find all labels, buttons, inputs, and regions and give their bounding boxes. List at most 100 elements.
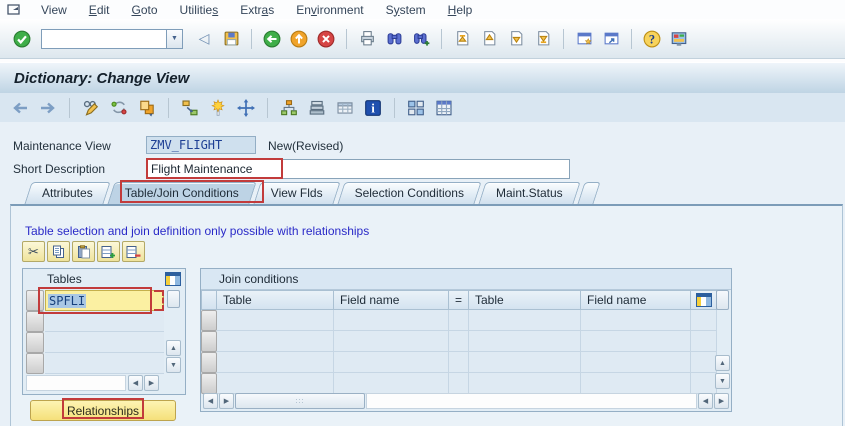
refresh-button[interactable] bbox=[107, 97, 131, 119]
menu-system[interactable]: System bbox=[375, 2, 437, 18]
menu-view[interactable]: View bbox=[30, 2, 78, 18]
tab-attributes[interactable]: Attributes bbox=[28, 182, 107, 204]
row-selector[interactable] bbox=[201, 331, 217, 352]
scroll-right-button[interactable]: ▶ bbox=[219, 393, 234, 409]
scrollbar-thumb[interactable]: ::: bbox=[235, 393, 365, 409]
new-session-button[interactable] bbox=[572, 27, 596, 51]
scroll-right-button[interactable]: ▶ bbox=[714, 393, 729, 409]
row-selector[interactable] bbox=[26, 290, 44, 311]
menu-help[interactable]: Help bbox=[437, 2, 484, 18]
last-page-button[interactable] bbox=[531, 27, 555, 51]
row-selector[interactable] bbox=[26, 311, 44, 332]
row-selector[interactable] bbox=[201, 352, 217, 373]
join-cell[interactable] bbox=[449, 331, 469, 352]
scroll-down-button[interactable]: ▼ bbox=[715, 373, 730, 389]
tab-view-flds[interactable]: View Flds bbox=[257, 182, 337, 204]
scrollbar-thumb[interactable] bbox=[167, 290, 180, 308]
join-cell[interactable] bbox=[217, 310, 334, 331]
command-input[interactable] bbox=[41, 29, 166, 49]
join-cell[interactable] bbox=[469, 331, 581, 352]
menu-goto[interactable]: Goto bbox=[121, 2, 169, 18]
join-cell[interactable] bbox=[449, 352, 469, 373]
scrollbar-track[interactable] bbox=[26, 375, 126, 391]
join-cell[interactable] bbox=[334, 331, 449, 352]
runtime-object-button[interactable] bbox=[305, 97, 329, 119]
join-cell[interactable] bbox=[581, 331, 691, 352]
print-button[interactable] bbox=[355, 27, 379, 51]
table-settings-icon[interactable] bbox=[696, 293, 712, 307]
join-cell[interactable] bbox=[449, 373, 469, 394]
join-cell[interactable] bbox=[217, 373, 334, 394]
scrollbar-thumb[interactable] bbox=[716, 290, 729, 310]
menu-extras[interactable]: Extras bbox=[229, 2, 285, 18]
back-button[interactable] bbox=[260, 27, 284, 51]
join-cell[interactable] bbox=[217, 331, 334, 352]
table-contents-button[interactable] bbox=[333, 97, 357, 119]
activate-button[interactable] bbox=[206, 97, 230, 119]
save-button[interactable] bbox=[219, 27, 243, 51]
join-column-header[interactable]: Table bbox=[217, 290, 334, 310]
scroll-up-button[interactable]: ▲ bbox=[166, 340, 181, 356]
table-settings-icon[interactable] bbox=[165, 272, 181, 286]
join-cell[interactable] bbox=[469, 310, 581, 331]
enter-button[interactable] bbox=[10, 27, 34, 51]
customize-layout-button[interactable] bbox=[667, 27, 691, 51]
join-column-header[interactable]: = bbox=[449, 290, 469, 310]
join-vertical-scrollbar[interactable]: ▲ ▼ bbox=[715, 289, 730, 391]
join-horizontal-scrollbar[interactable]: ◀ ▶ ::: ◀ ▶ bbox=[203, 393, 729, 409]
join-cell[interactable] bbox=[334, 352, 449, 373]
table-name-field[interactable]: SPFLI bbox=[45, 290, 164, 311]
row-selector[interactable] bbox=[201, 310, 217, 331]
table-name-cell[interactable] bbox=[45, 353, 164, 374]
display-change-button[interactable] bbox=[79, 97, 103, 119]
join-cell[interactable] bbox=[469, 373, 581, 394]
join-cell[interactable] bbox=[334, 310, 449, 331]
copy-button[interactable] bbox=[135, 97, 159, 119]
insert-row-button[interactable] bbox=[97, 241, 120, 262]
scroll-down-button[interactable]: ▼ bbox=[166, 357, 181, 373]
copy-rows-button[interactable] bbox=[47, 241, 70, 262]
first-page-button[interactable] bbox=[450, 27, 474, 51]
hierarchy-button[interactable] bbox=[277, 97, 301, 119]
tables-vertical-scrollbar[interactable]: ▲ ▼ bbox=[166, 290, 181, 372]
exit-button[interactable] bbox=[287, 27, 311, 51]
command-dropdown-button[interactable]: ▼ bbox=[166, 29, 183, 49]
join-cell[interactable] bbox=[581, 352, 691, 373]
join-cell[interactable] bbox=[334, 373, 449, 394]
short-description-field[interactable]: Flight Maintenance bbox=[146, 159, 570, 179]
maintenance-view-field[interactable]: ZMV_FLIGHT bbox=[146, 136, 256, 154]
join-cell[interactable] bbox=[217, 352, 334, 373]
page-down-button[interactable] bbox=[504, 27, 528, 51]
cut-button[interactable]: ✂ bbox=[22, 241, 45, 262]
menu-utilities[interactable]: Utilities bbox=[169, 2, 230, 18]
cancel-button[interactable] bbox=[314, 27, 338, 51]
table-name-cell[interactable] bbox=[45, 332, 164, 353]
menu-environment[interactable]: Environment bbox=[285, 2, 374, 18]
create-shortcut-button[interactable] bbox=[599, 27, 623, 51]
scrollbar-track[interactable] bbox=[366, 393, 697, 409]
tab-table-join-conditions[interactable]: Table/Join Conditions bbox=[111, 182, 253, 204]
graphic-button[interactable] bbox=[404, 97, 428, 119]
collapse-button[interactable]: ◁ bbox=[192, 27, 216, 51]
scroll-left-button[interactable]: ◀ bbox=[203, 393, 218, 409]
row-selector[interactable] bbox=[26, 353, 44, 374]
tables-horizontal-scrollbar[interactable]: ◀ ▶ bbox=[26, 375, 159, 391]
table-name-cell[interactable] bbox=[45, 311, 164, 332]
find-button[interactable] bbox=[382, 27, 406, 51]
row-selector[interactable] bbox=[201, 373, 217, 394]
join-column-header[interactable]: Field name bbox=[581, 290, 691, 310]
navigation-button[interactable] bbox=[234, 97, 258, 119]
menu-edit[interactable]: Edit bbox=[78, 2, 121, 18]
join-column-header[interactable]: Table bbox=[469, 290, 581, 310]
paste-button[interactable] bbox=[72, 241, 95, 262]
scroll-right-button[interactable]: ▶ bbox=[144, 375, 159, 391]
join-column-header[interactable]: Field name bbox=[334, 290, 449, 310]
info-button[interactable]: i bbox=[361, 97, 385, 119]
join-cell[interactable] bbox=[581, 373, 691, 394]
page-up-button[interactable] bbox=[477, 27, 501, 51]
help-button[interactable]: ? bbox=[640, 27, 664, 51]
scroll-left-button[interactable]: ◀ bbox=[698, 393, 713, 409]
relationships-button[interactable]: Relationships bbox=[30, 400, 176, 421]
join-cell[interactable] bbox=[469, 352, 581, 373]
tab-selection-conditions[interactable]: Selection Conditions bbox=[341, 182, 478, 204]
